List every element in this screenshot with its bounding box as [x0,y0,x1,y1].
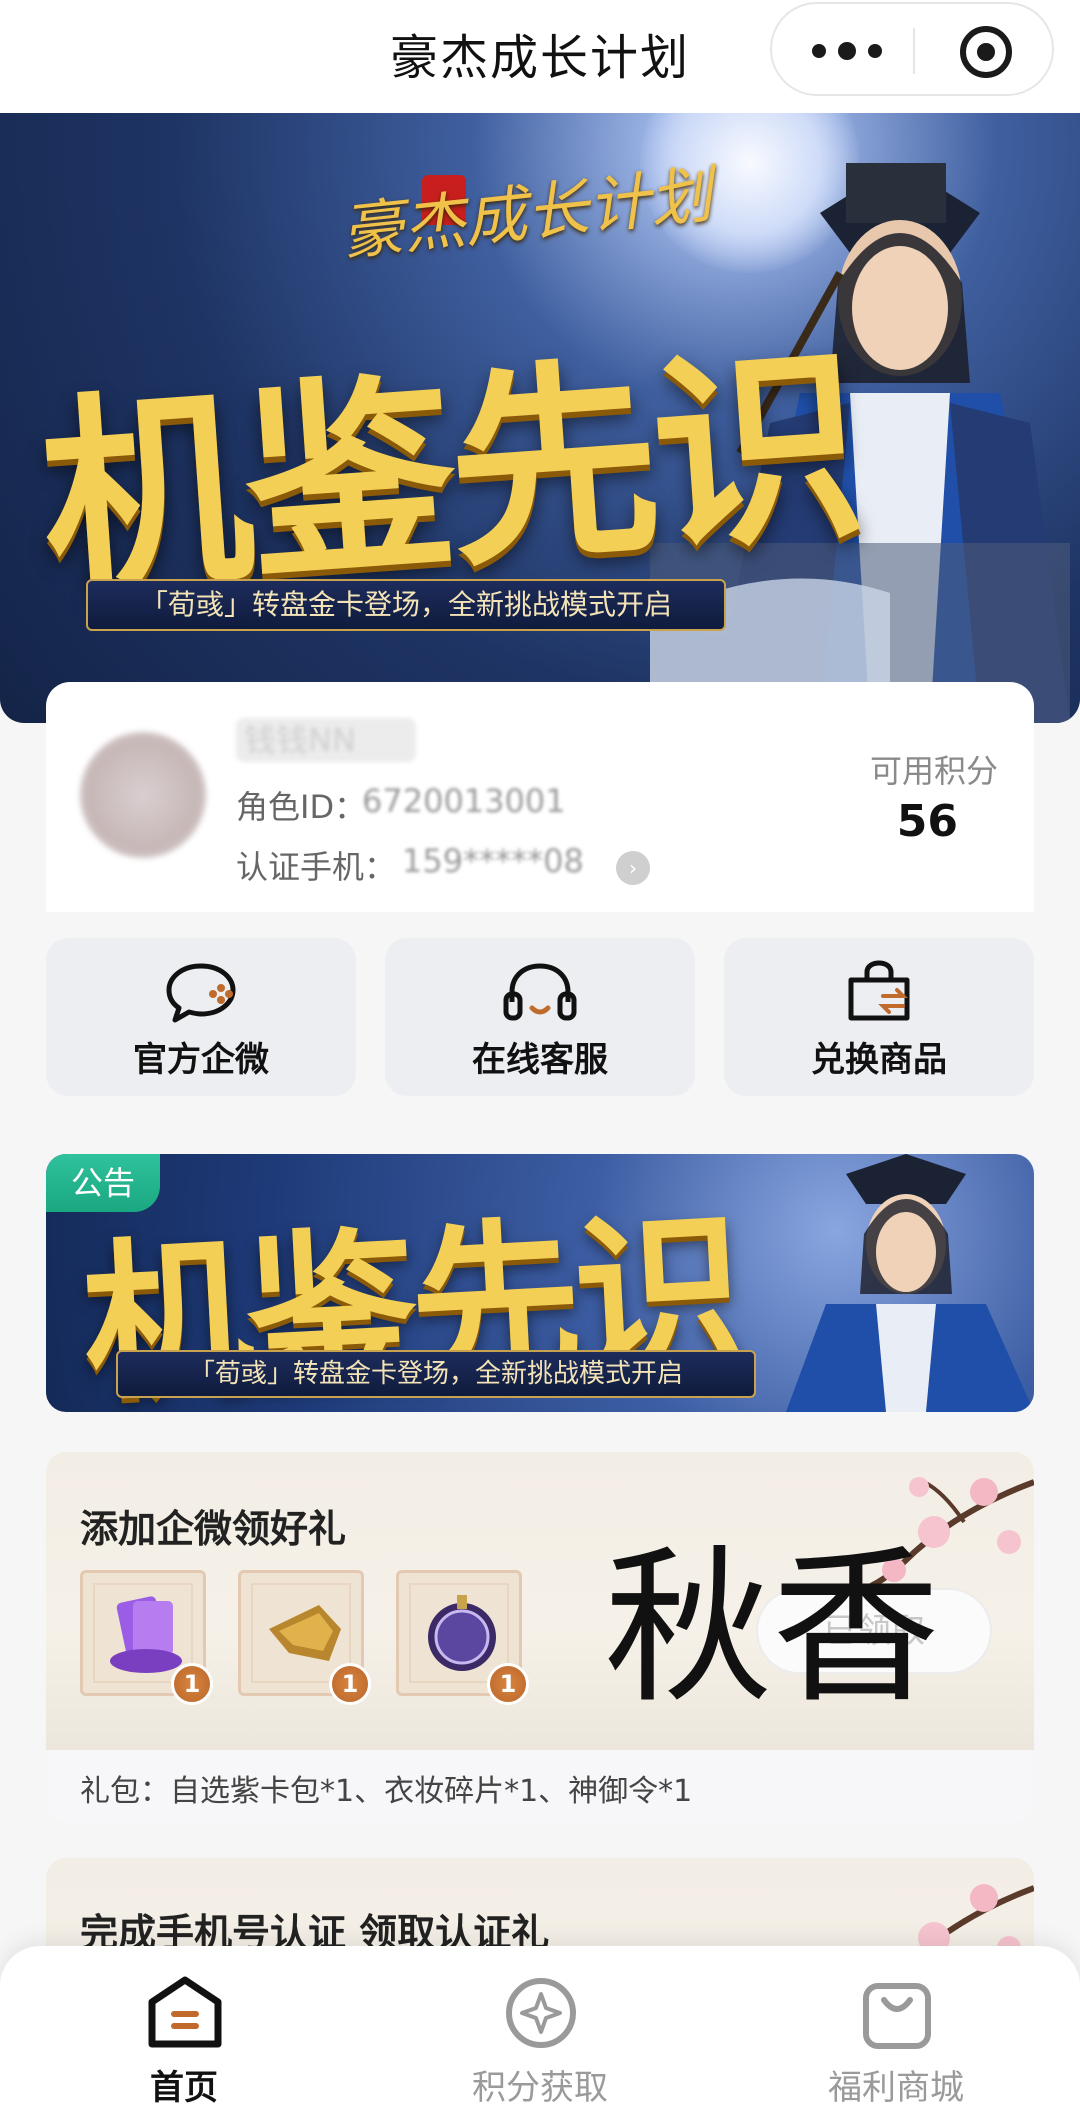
shopping-bag-exchange-icon [848,960,910,1021]
quick-action-label: 兑换商品 [811,1040,947,1080]
user-info-card: 钱钱NN 角色ID： 6720013001 认证手机： 159*****08 ›… [46,682,1034,912]
headset-icon [503,963,577,1021]
exchange-goods-button[interactable]: 兑换商品 [724,938,1034,1096]
quick-action-label: 官方企微 [133,1040,269,1080]
phone-label: 认证手机： [236,848,397,886]
divine-token-icon [428,1595,496,1671]
points-label: 可用积分 [869,752,998,790]
gift-count-badge: 1 [171,1663,213,1705]
star-compass-icon [506,1978,576,2048]
wecom-gift-card: 添加企微领好礼 1 1 1 已领取 秋香 礼包：自选紫卡包*1、衣妆碎片*1、神… [46,1452,1034,1822]
online-support-button[interactable]: 在线客服 [385,938,695,1096]
home-icon [148,1976,222,2048]
role-id-value: 6720013001 [362,782,566,820]
chevron-right-icon[interactable]: › [616,851,650,885]
tab-label: 积分获取 [472,2068,608,2108]
quick-action-label: 在线客服 [472,1040,608,1080]
role-id-label: 角色ID： [236,788,367,826]
gift-card-title: 添加企微领好礼 [80,1507,347,1551]
hero-ribbon: 「荀彧」转盘金卡登场，全新挑战模式开启 [86,579,726,631]
gift-count-badge: 1 [487,1663,529,1705]
tab-welfare-mall[interactable]: 福利商城 [716,1946,1076,2111]
bottom-tab-bar: 首页 积分获取 福利商城 [0,1946,1080,2111]
more-dots-icon[interactable] [812,34,882,68]
overlay-text: 秋香 [604,1530,940,1726]
notice-banner[interactable]: 公告 机鉴先识 「荀彧」转盘金卡登场，全新挑战模式开启 [46,1154,1034,1412]
target-icon[interactable] [960,26,1012,78]
gift-item-divine-token: 1 [396,1570,529,1705]
page: 豪杰成长计划 豪杰成长计划 机鉴先识 「荀彧」转盘金卡登场，全新挑战模式开启 钱… [0,0,1080,2111]
hero-banner[interactable]: 豪杰成长计划 机鉴先识 「荀彧」转盘金卡登场，全新挑战模式开启 [0,113,1080,723]
top-bar: 豪杰成长计划 [0,0,1080,113]
tab-points[interactable]: 积分获取 [360,1946,720,2111]
chat-bubble-icon [166,963,236,1023]
mini-program-capsule [770,2,1054,96]
shopping-bag-icon [863,1983,931,2049]
purple-card-pack-icon [110,1596,182,1673]
gift-item-costume-fragment: 1 [238,1570,371,1705]
user-nickname: 钱钱NN [236,718,416,762]
notice-character-illustration [786,1154,1034,1412]
avatar[interactable] [80,732,206,858]
official-wecom-button[interactable]: 官方企微 [46,938,356,1096]
notice-ribbon: 「荀彧」转盘金卡登场，全新挑战模式开启 [116,1350,756,1398]
phone-value: 159*****08 [402,842,584,880]
notice-tag: 公告 [46,1154,160,1212]
tab-home[interactable]: 首页 [4,1946,364,2111]
gift-item-purple-card-pack: 1 [80,1570,213,1705]
gift-count-badge: 1 [329,1663,371,1705]
points-value: 56 [896,796,958,847]
capsule-divider [913,28,915,74]
tab-label: 福利商城 [828,2068,964,2108]
costume-fragment-icon [269,1605,341,1661]
tab-label: 首页 [150,2068,218,2108]
gift-description: 礼包：自选紫卡包*1、衣妆碎片*1、神御令*1 [80,1774,693,1809]
